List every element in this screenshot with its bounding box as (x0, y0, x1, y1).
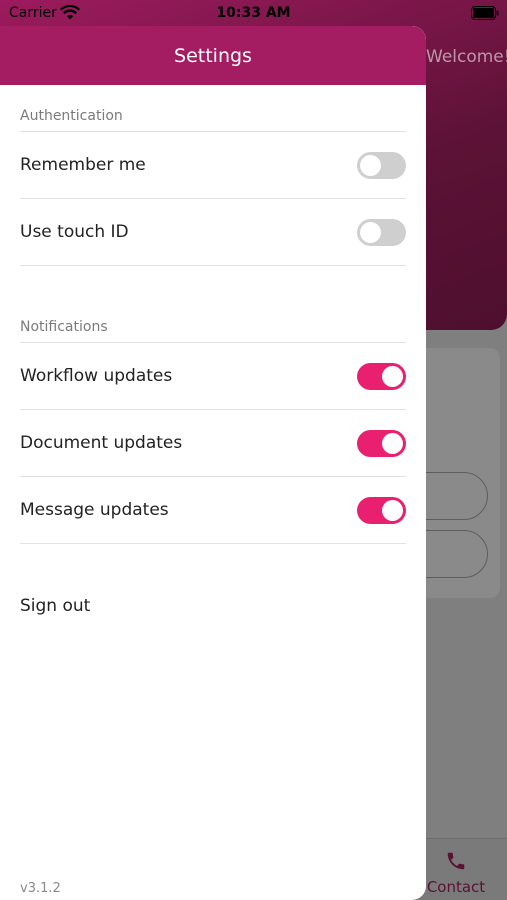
message-updates-toggle[interactable] (357, 496, 406, 524)
setting-row-workflow-updates: Workflow updates (20, 343, 406, 409)
battery-icon (471, 6, 499, 20)
setting-label: Workflow updates (20, 366, 173, 386)
setting-label: Use touch ID (20, 222, 129, 242)
tab-contact[interactable]: Contact (420, 850, 492, 896)
section-label-notifications: Notifications (20, 319, 108, 335)
setting-row-remember-me: Remember me (20, 132, 406, 198)
toggle-knob (382, 432, 403, 454)
remember-me-toggle[interactable] (357, 151, 406, 179)
sign-out-button[interactable]: Sign out (20, 596, 90, 616)
toggle-knob (382, 365, 403, 387)
divider (20, 265, 406, 266)
toggle-knob (360, 221, 381, 243)
version-label: v3.1.2 (20, 881, 61, 896)
document-updates-toggle[interactable] (357, 429, 406, 457)
toggle-knob (382, 499, 403, 521)
setting-label: Message updates (20, 500, 169, 520)
status-bar: Carrier 10:33 AM (0, 0, 507, 26)
divider (20, 543, 406, 544)
setting-row-document-updates: Document updates (20, 410, 406, 476)
drawer-header: Settings (0, 26, 426, 85)
welcome-text: Welcome! (426, 47, 507, 67)
settings-drawer: Settings Authentication Remember me Use … (0, 26, 426, 900)
workflow-updates-toggle[interactable] (357, 362, 406, 390)
setting-label: Remember me (20, 155, 146, 175)
setting-label: Document updates (20, 433, 183, 453)
touch-id-toggle[interactable] (357, 218, 406, 246)
section-label-authentication: Authentication (20, 108, 123, 124)
setting-row-message-updates: Message updates (20, 477, 406, 543)
tab-contact-label: Contact (426, 878, 486, 896)
toggle-knob (360, 154, 381, 176)
setting-row-touch-id: Use touch ID (20, 199, 406, 265)
status-time: 10:33 AM (216, 5, 291, 21)
page-title: Settings (174, 44, 252, 67)
phone-icon (447, 852, 465, 870)
